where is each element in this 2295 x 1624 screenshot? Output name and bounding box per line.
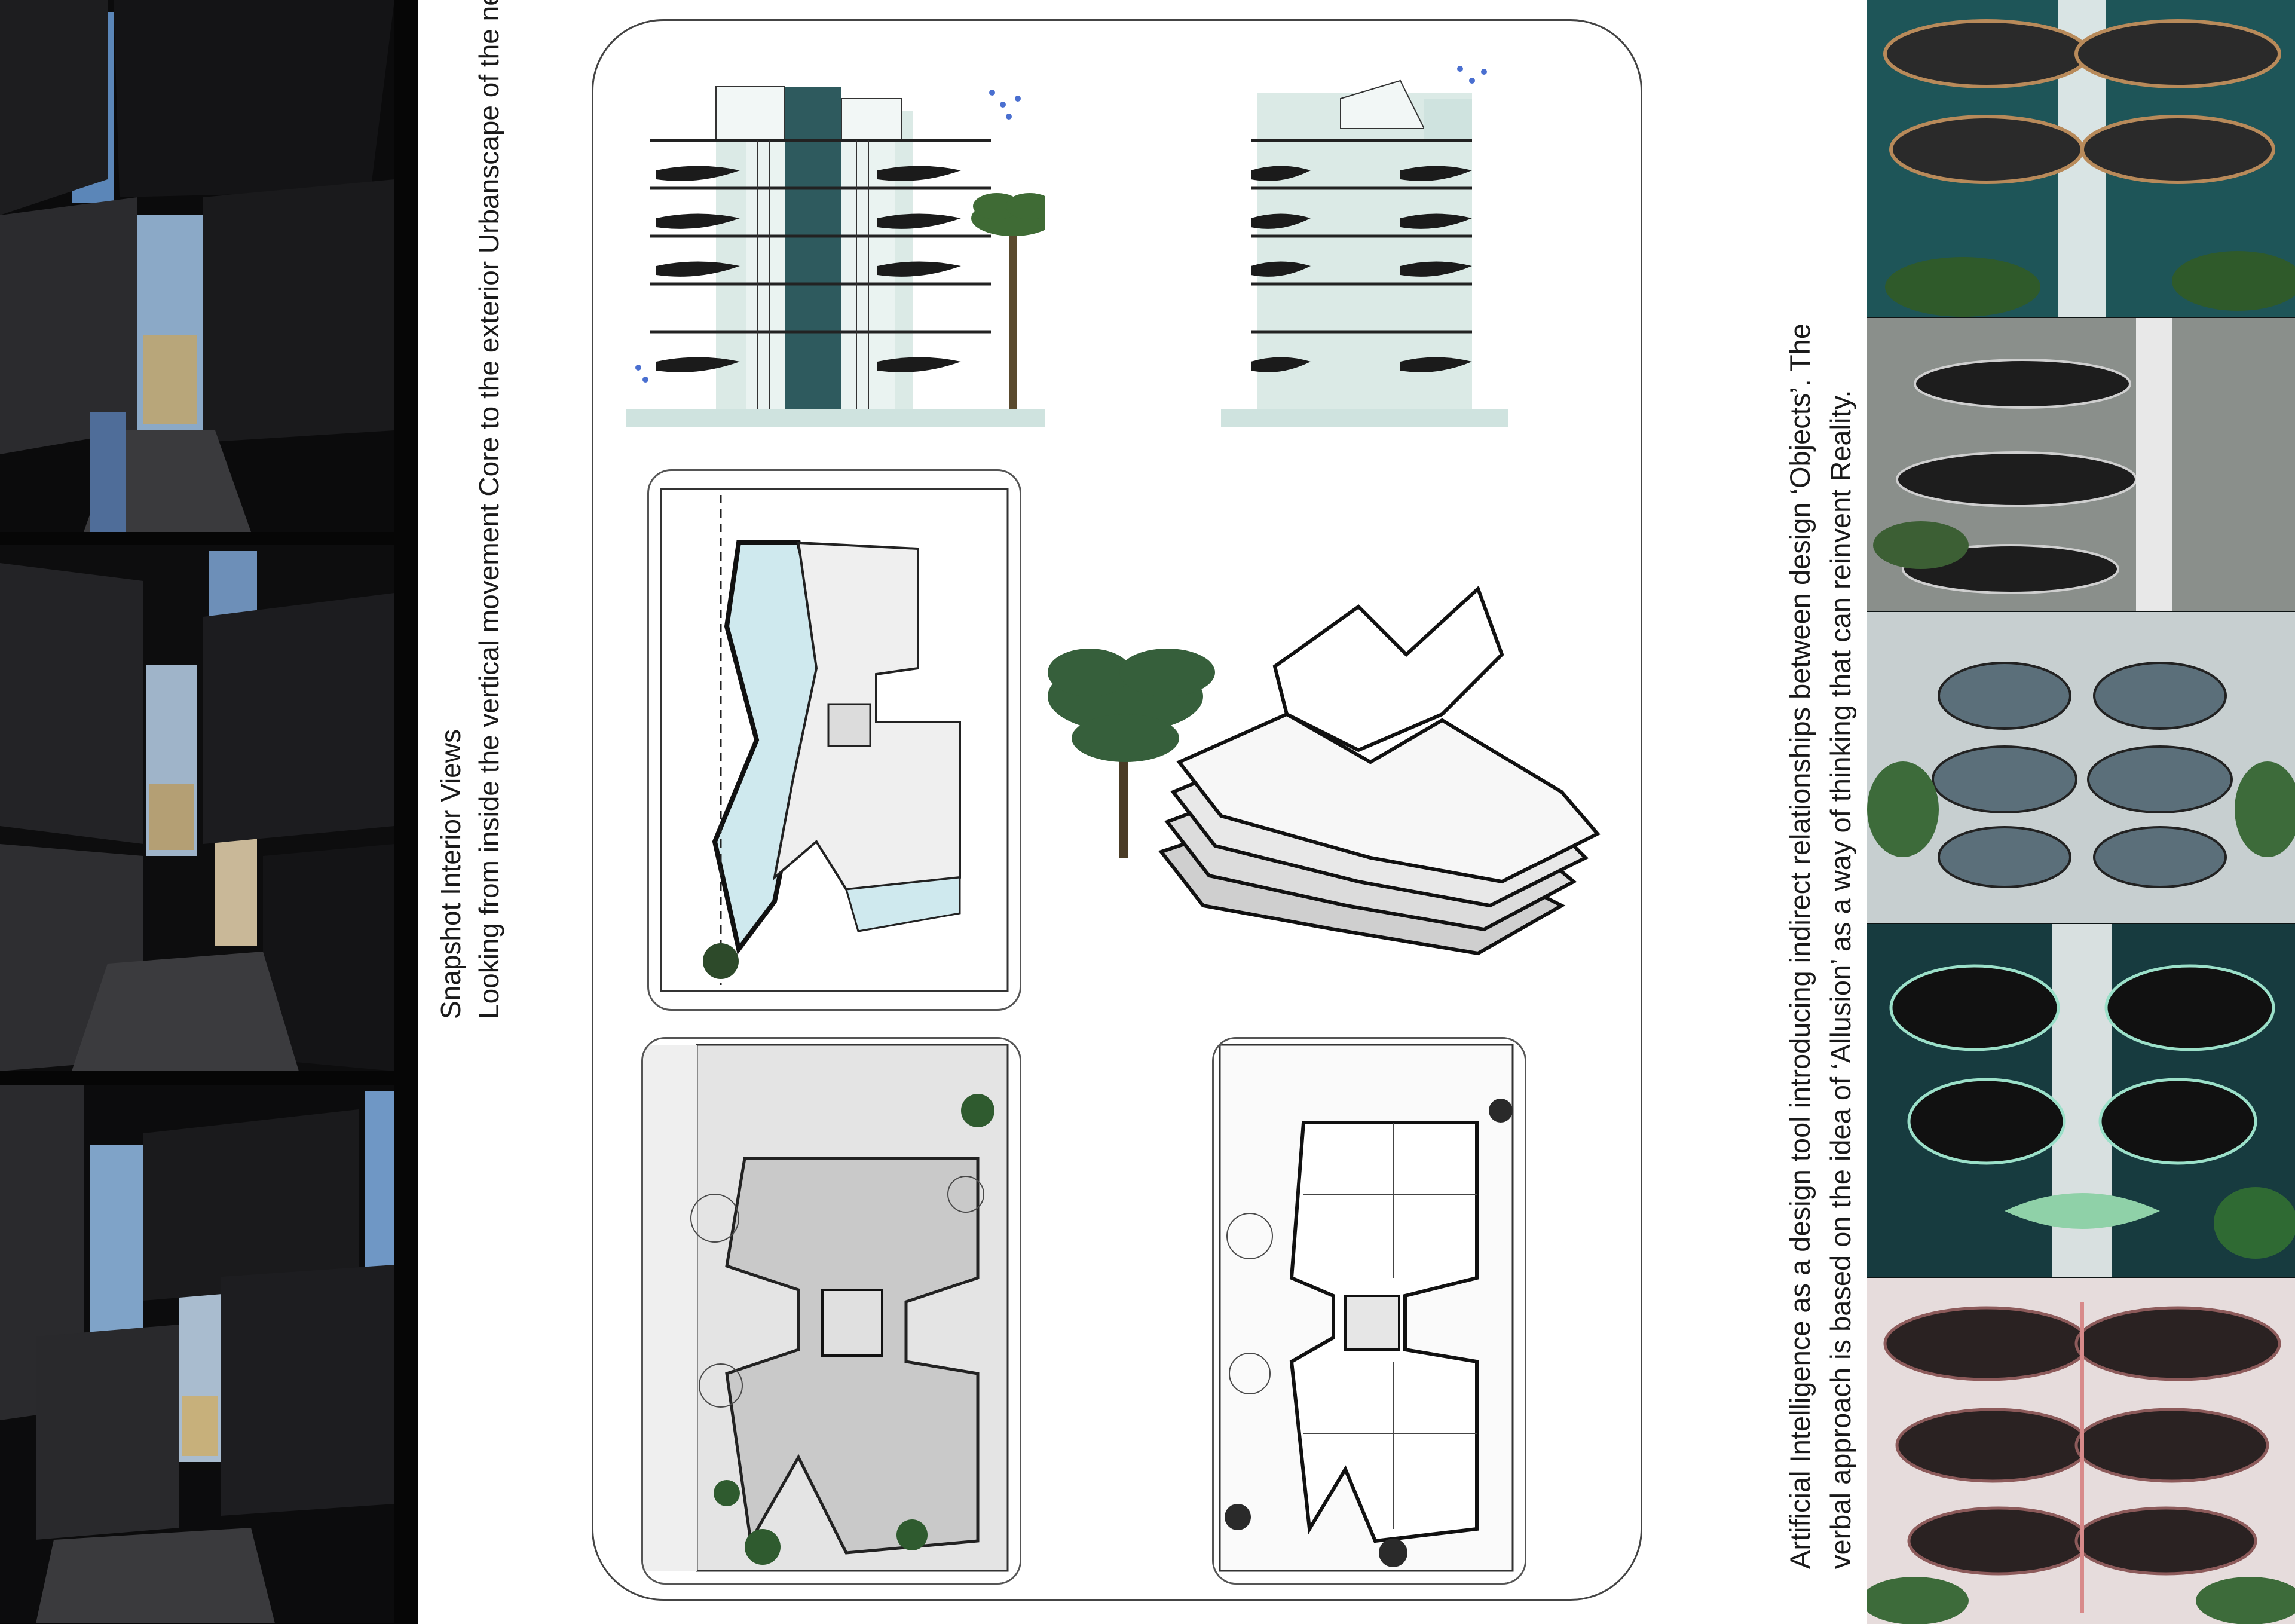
- site-plan: [647, 469, 1021, 1011]
- interior-photo-3: [0, 1085, 394, 1623]
- front-elevation: [626, 57, 1045, 427]
- ai-caption-line-2: verbal approach is based on the idea of …: [1825, 390, 1856, 1569]
- interior-caption-title: Snapshot Interior Views: [435, 729, 466, 1019]
- massing-render: [1024, 571, 1627, 977]
- side-elevation: [1221, 57, 1538, 427]
- ai-render-2: [1867, 318, 2295, 611]
- ai-render-strip: [1867, 0, 2295, 1624]
- interior-caption: Snapshot Interior Views Looking from ins…: [432, 0, 508, 1019]
- ground-floor-plan: [641, 1037, 1021, 1585]
- ai-caption: Artificial Intelligence as a design tool…: [1780, 323, 1861, 1569]
- ai-render-1: [1867, 0, 2295, 317]
- interior-photo-1: [0, 0, 394, 532]
- ai-render-5: [1867, 1278, 2295, 1624]
- ai-caption-line-1: Artificial Intelligence as a design tool…: [1784, 323, 1816, 1569]
- drawing-board: [592, 19, 1642, 1601]
- interior-photo-2: [0, 545, 394, 1071]
- typical-floor-plan: [1212, 1037, 1526, 1585]
- ai-render-3: [1867, 612, 2295, 923]
- ai-render-4: [1867, 924, 2295, 1277]
- interior-caption-subtitle: Looking from inside the vertical movemen…: [473, 0, 504, 1019]
- interior-photo-strip: [0, 0, 418, 1624]
